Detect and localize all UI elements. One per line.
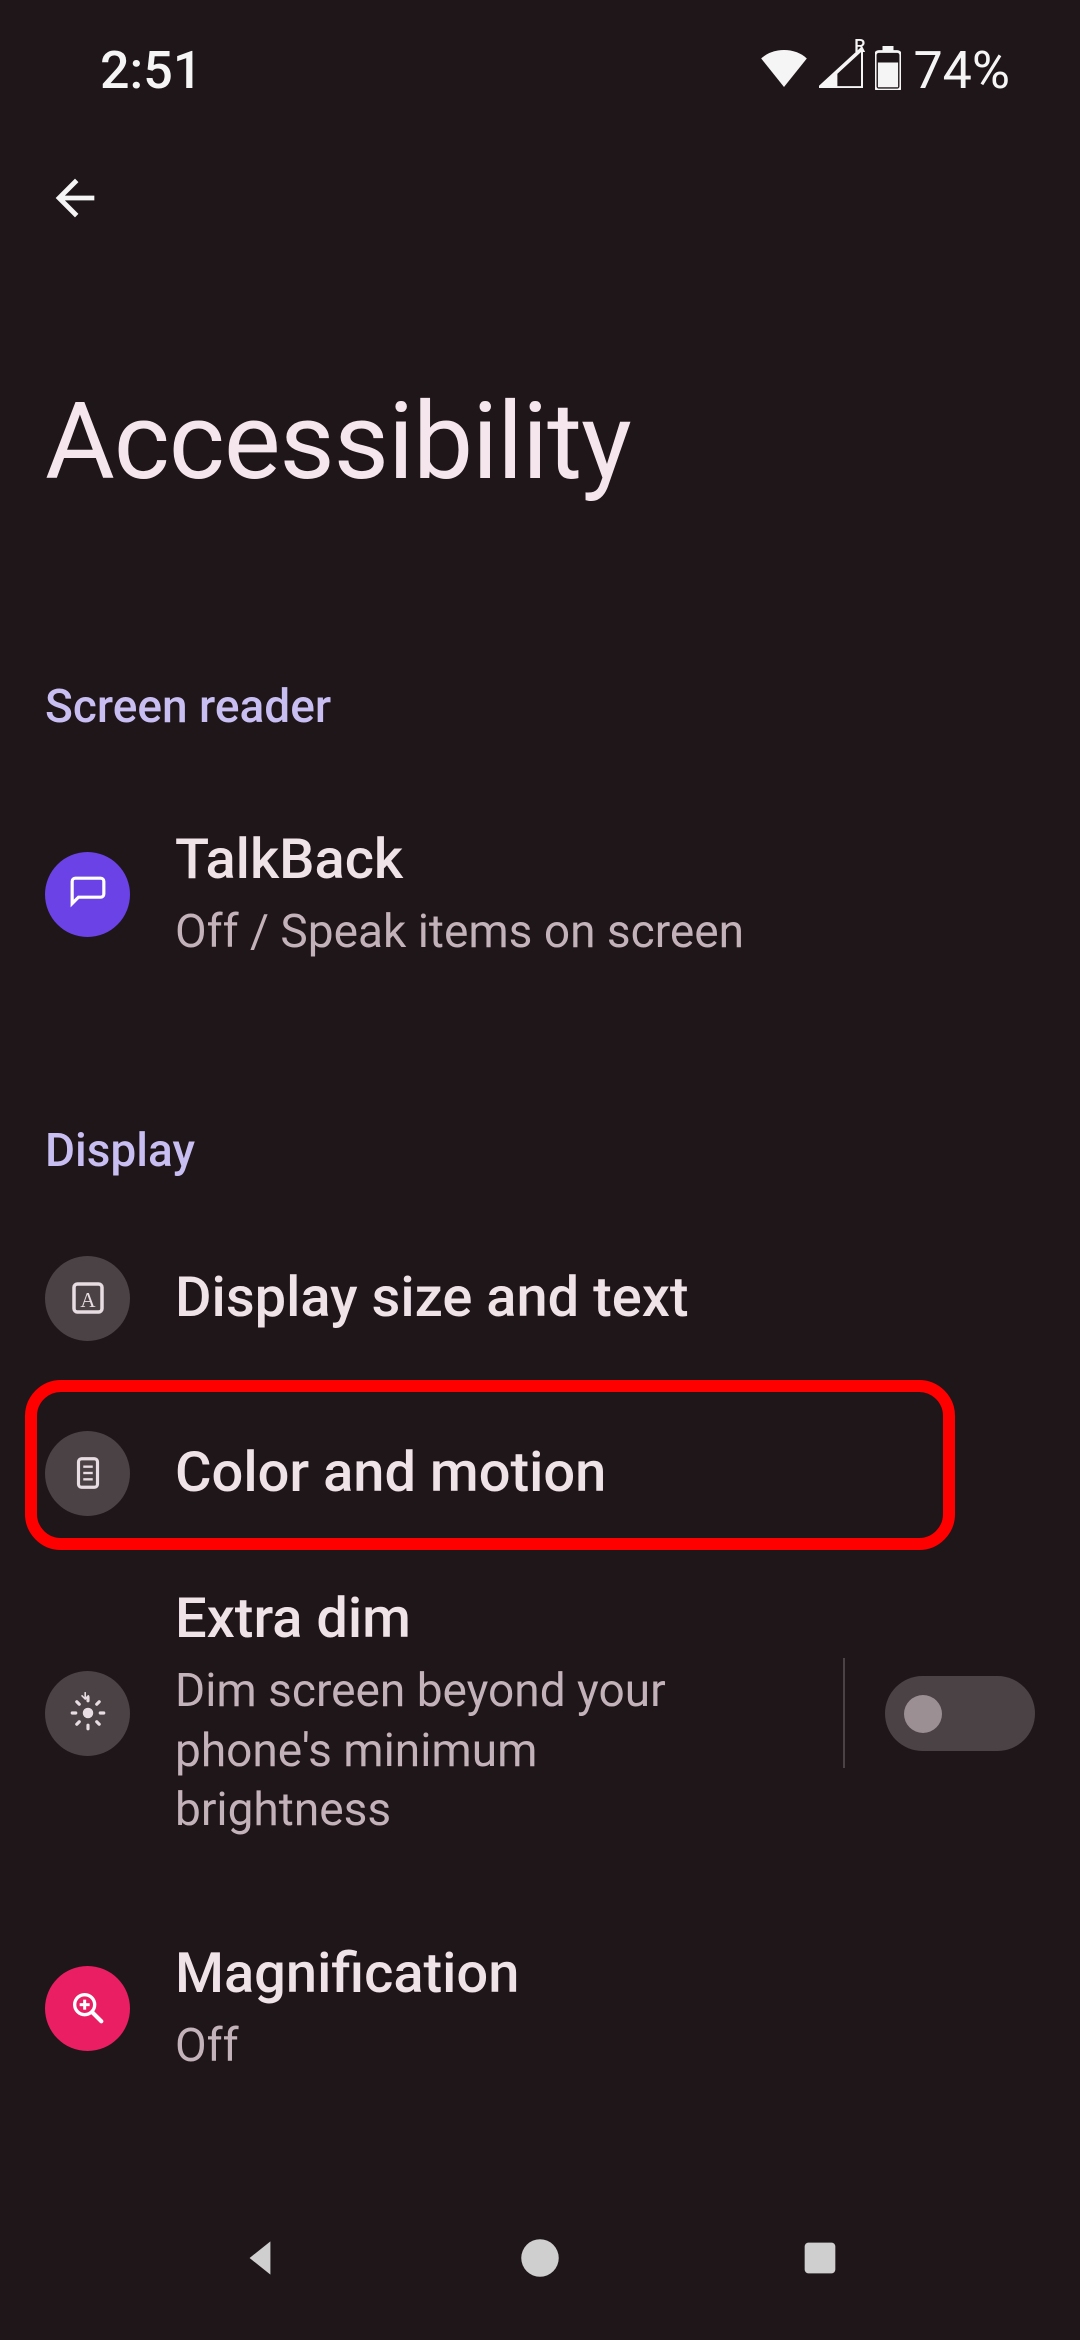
status-battery-text: 74% <box>913 40 1010 101</box>
signal-icon: R <box>819 48 863 92</box>
extra-dim-toggle[interactable] <box>885 1676 1035 1751</box>
back-button[interactable] <box>35 160 115 240</box>
list-item-magnification[interactable]: Magnification Off <box>0 1908 1080 2108</box>
color-motion-title: Color and motion <box>175 1439 1035 1506</box>
status-bar: 2:51 R 74% <box>0 0 1080 110</box>
navigation-bar <box>0 2180 1080 2340</box>
section-header-screen-reader: Screen reader <box>0 680 1080 734</box>
nav-back-button[interactable] <box>215 2215 305 2305</box>
display-size-icon: A <box>45 1256 130 1341</box>
wifi-icon <box>761 49 807 91</box>
section-header-display: Display <box>0 1124 1080 1178</box>
extra-dim-title: Extra dim <box>175 1585 803 1652</box>
list-item-extra-dim[interactable]: Extra dim Dim screen beyond your phone's… <box>0 1573 1080 1853</box>
toggle-knob <box>904 1695 942 1733</box>
toggle-divider <box>843 1658 845 1768</box>
talkback-subtitle: Off / Speak items on screen <box>175 903 1035 963</box>
status-time: 2:51 <box>100 40 202 101</box>
color-motion-icon <box>45 1431 130 1516</box>
nav-recent-button[interactable] <box>775 2215 865 2305</box>
display-size-title: Display size and text <box>175 1264 1035 1331</box>
list-item-talkback[interactable]: TalkBack Off / Speak items on screen <box>0 794 1080 994</box>
talkback-title: TalkBack <box>175 826 1035 893</box>
nav-back-icon <box>235 2233 285 2287</box>
page-title: Accessibility <box>45 380 1035 505</box>
magnification-title: Magnification <box>175 1940 1035 2007</box>
status-icons: R 74% <box>761 40 1010 101</box>
nav-recent-icon <box>797 2235 843 2285</box>
magnification-icon <box>45 1966 130 2051</box>
extra-dim-subtitle: Dim screen beyond your phone's minimum b… <box>175 1662 735 1841</box>
svg-text:A: A <box>80 1288 96 1312</box>
list-item-color-motion[interactable]: Color and motion <box>0 1408 1080 1538</box>
magnification-subtitle: Off <box>175 2017 1035 2077</box>
battery-icon <box>875 46 901 94</box>
extra-dim-icon <box>45 1671 130 1756</box>
list-item-display-size[interactable]: A Display size and text <box>0 1233 1080 1363</box>
nav-home-button[interactable] <box>495 2215 585 2305</box>
nav-home-icon <box>515 2233 565 2287</box>
back-arrow-icon <box>46 169 104 231</box>
talkback-icon <box>45 852 130 937</box>
